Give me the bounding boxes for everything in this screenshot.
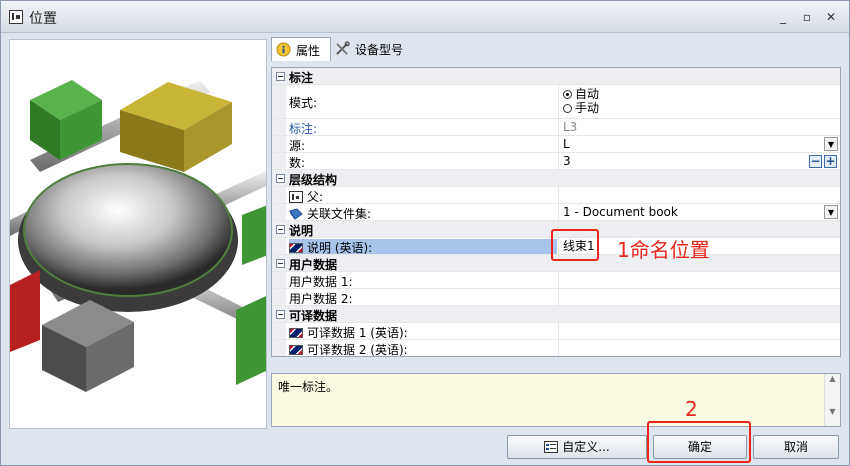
row-label: 标注: L3 (272, 119, 840, 136)
scroll-down-icon[interactable]: ▼ (825, 407, 840, 416)
row-transdata2: 可译数据 2 (英语): (272, 340, 840, 356)
minus-icon[interactable]: − (809, 155, 822, 168)
location-icon (289, 191, 303, 203)
collapse-icon[interactable] (276, 174, 285, 183)
description-en-label: 说明 (英语): (307, 241, 373, 254)
category-user-data-title: 用户数据 (289, 258, 338, 271)
mode-option-manual[interactable]: 手动 (563, 101, 840, 115)
plus-icon[interactable]: + (824, 155, 837, 168)
collapse-icon[interactable] (276, 225, 285, 234)
tab-properties-label: 属性 (296, 44, 321, 58)
scroll-up-icon[interactable]: ▲ (825, 374, 840, 383)
mode-label: 模式: (289, 96, 318, 109)
parent-value[interactable] (558, 187, 840, 204)
tab-device-model[interactable]: 设备型号 (331, 37, 421, 61)
document-set-icon (289, 208, 303, 220)
transdata1-label-wrap: 可译数据 1 (英语): (289, 324, 557, 339)
userdata1-field[interactable] (558, 272, 840, 289)
close-button[interactable]: ✕ (823, 9, 839, 25)
description-en-label-wrap: 说明 (英语): (289, 239, 557, 254)
description-scrollbar[interactable]: ▲ ▼ (824, 374, 840, 426)
label-value: L3 (558, 119, 840, 136)
annotation-box-ok (647, 421, 751, 463)
uk-flag-icon (289, 243, 303, 253)
category-translatable-data-title: 可译数据 (289, 309, 338, 322)
annotation-step2: 2 (685, 397, 698, 421)
title-bar: 位置 _ ▫ ✕ (1, 1, 849, 33)
docset-value: 1 - Document book (563, 205, 678, 219)
window-title: 位置 (29, 11, 57, 27)
category-hierarchy-title: 层级结构 (289, 173, 338, 186)
transdata2-label: 可译数据 2 (英语): (307, 343, 408, 356)
info-icon (276, 42, 291, 57)
transdata1-field[interactable] (558, 323, 840, 340)
source-value: L (563, 137, 570, 151)
location-illustration (9, 39, 267, 429)
row-userdata2: 用户数据 2: (272, 289, 840, 306)
parent-label: 父: (307, 190, 324, 203)
category-hierarchy[interactable]: 层级结构 (272, 170, 840, 187)
minimize-button[interactable]: _ (775, 9, 791, 25)
location-illustration-graphic (10, 40, 266, 428)
category-label-title: 标注 (289, 71, 314, 84)
location-dialog: 位置 _ ▫ ✕ 属性 设备型号 标注 模式: 自动 手动 标注: L3 源: … (0, 0, 850, 466)
row-mode: 模式: 自动 手动 (272, 85, 840, 119)
uk-flag-icon (289, 328, 303, 338)
mode-option-auto-label: 自动 (575, 87, 600, 101)
count-label: 数: (289, 156, 306, 169)
tab-device-model-label: 设备型号 (355, 43, 404, 57)
category-translatable-data[interactable]: 可译数据 (272, 306, 840, 323)
row-transdata1: 可译数据 1 (英语): (272, 323, 840, 340)
collapse-icon[interactable] (276, 310, 285, 319)
count-stepper[interactable]: 3 − + (558, 153, 840, 170)
radio-unselected-icon (563, 104, 572, 113)
docset-label: 关联文件集: (307, 207, 372, 220)
row-docset: 关联文件集: 1 - Document book ▼ (272, 204, 840, 221)
source-dropdown[interactable]: L ▼ (558, 136, 840, 153)
description-panel-text: 唯一标注。 (278, 380, 339, 394)
docset-dropdown[interactable]: 1 - Document book ▼ (558, 204, 840, 221)
transdata2-field[interactable] (558, 340, 840, 356)
cancel-button[interactable]: 取消 (753, 435, 839, 459)
userdata1-label: 用户数据 1: (289, 275, 353, 288)
customize-button-label: 自定义... (562, 440, 610, 454)
tab-properties[interactable]: 属性 (271, 37, 331, 61)
tools-icon (336, 41, 350, 55)
row-parent: 父: (272, 187, 840, 204)
location-icon (9, 10, 23, 24)
annotation-step1: 1命名位置 (617, 238, 710, 262)
category-description-title: 说明 (289, 224, 314, 237)
collapse-icon[interactable] (276, 72, 285, 81)
radio-selected-icon (563, 90, 572, 99)
row-userdata1: 用户数据 1: (272, 272, 840, 289)
mode-option-manual-label: 手动 (575, 101, 600, 115)
customize-button[interactable]: 自定义... (507, 435, 647, 459)
docset-label-wrap: 关联文件集: (289, 205, 557, 220)
maximize-button[interactable]: ▫ (799, 9, 815, 25)
userdata2-field[interactable] (558, 289, 840, 306)
source-label: 源: (289, 139, 306, 152)
customize-icon (544, 441, 559, 453)
row-count: 数: 3 − + (272, 153, 840, 170)
property-grid: 标注 模式: 自动 手动 标注: L3 源: L ▼ 数: 3 − + 层级结构… (271, 67, 841, 357)
chevron-down-icon[interactable]: ▼ (824, 205, 838, 219)
category-label[interactable]: 标注 (272, 68, 840, 85)
chevron-down-icon[interactable]: ▼ (824, 137, 838, 151)
transdata1-label: 可译数据 1 (英语): (307, 326, 408, 339)
transdata2-label-wrap: 可译数据 2 (英语): (289, 341, 557, 356)
collapse-icon[interactable] (276, 259, 285, 268)
annotation-box-description (551, 229, 599, 261)
parent-label-wrap: 父: (289, 188, 557, 203)
description-panel: 唯一标注。 ▲ ▼ (271, 373, 841, 427)
userdata2-label: 用户数据 2: (289, 292, 353, 305)
uk-flag-icon (289, 345, 303, 355)
mode-radio-group: 自动 手动 (558, 85, 840, 119)
mode-option-auto[interactable]: 自动 (563, 87, 840, 101)
label-label[interactable]: 标注: (289, 120, 557, 135)
row-source: 源: L ▼ (272, 136, 840, 153)
count-value: 3 (563, 154, 571, 168)
